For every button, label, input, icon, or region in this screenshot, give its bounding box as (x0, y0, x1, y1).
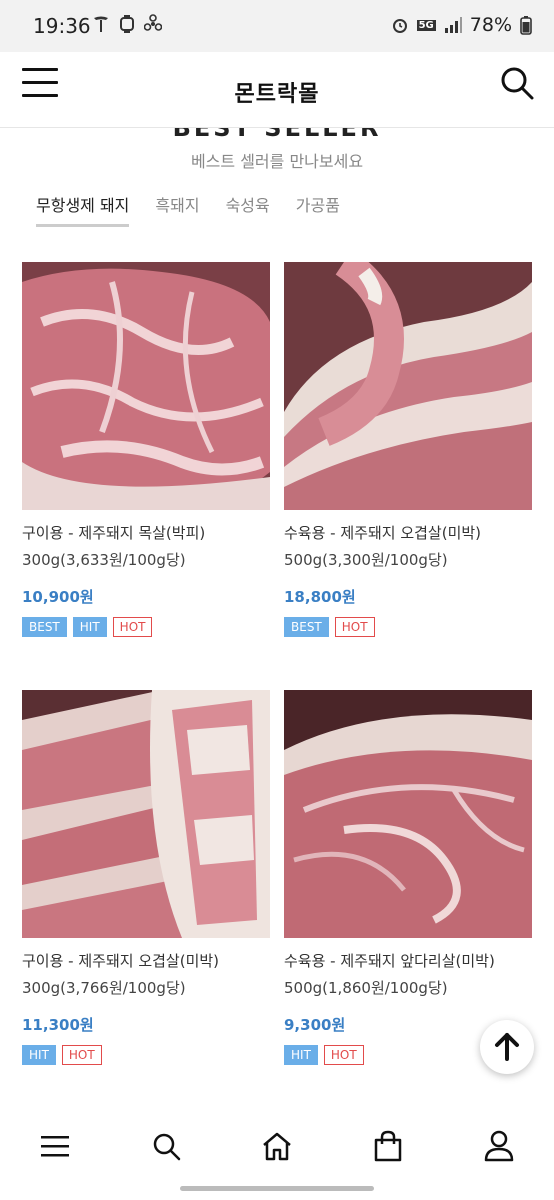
product-badges: BEST HOT (284, 617, 534, 637)
badge-hit: HIT (284, 1045, 318, 1065)
site-logo[interactable]: 몬트락몰 (0, 76, 554, 108)
product-unit-price: 500g(1,860원/100g당) (284, 979, 448, 997)
section-subtitle: 베스트 셀러를 만나보세요 (190, 152, 364, 171)
section-title: BEST SELLER (172, 128, 382, 142)
product-unit-price: 300g(3,766원/100g당) (22, 979, 186, 997)
badge-hot: HOT (323, 1045, 364, 1065)
menu-icon (41, 1136, 70, 1157)
fan-icon (144, 14, 162, 31)
product-image[interactable] (22, 690, 270, 938)
product-name[interactable]: 구이용 - 제주돼지 오겹살(미박) (22, 950, 272, 971)
status-bar: 19:36 5G 78% (0, 0, 554, 52)
product-badges: BEST HIT HOT (22, 617, 272, 637)
product-card[interactable]: 수육용 - 제주돼지 오겹살(미박) 500g(3,300원/100g당) 18… (284, 262, 534, 637)
badge-hit: HIT (22, 1045, 56, 1065)
product-unit-price: 300g(3,633원/100g당) (22, 551, 186, 569)
product-image[interactable] (284, 690, 532, 938)
nav-cart[interactable] (364, 1122, 412, 1170)
product-name[interactable]: 수육용 - 제주돼지 오겹살(미박) (284, 522, 534, 543)
tesla-icon (94, 16, 108, 32)
status-notification-icons (92, 14, 162, 34)
watch-icon (120, 15, 134, 33)
arrow-up-icon (495, 1033, 519, 1061)
product-unit-price: 500g(3,300원/100g당) (284, 551, 448, 569)
badge-hit: HIT (72, 617, 107, 637)
battery-percent: 78% (469, 14, 512, 36)
app-header: 몬트락몰 (0, 52, 554, 128)
product-price: 18,800원 (284, 588, 356, 606)
nav-menu[interactable] (31, 1122, 79, 1170)
product-card[interactable]: 수육용 - 제주돼지 앞다리살(미박) 500g(1,860원/100g당) 9… (284, 690, 534, 1065)
product-image[interactable] (284, 262, 532, 510)
badge-hot: HOT (112, 617, 153, 637)
badge-best: BEST (284, 617, 329, 637)
product-name[interactable]: 수육용 - 제주돼지 앞다리살(미박) (284, 950, 534, 971)
tab-processed[interactable]: 가공품 (296, 192, 340, 227)
network-type: 5G (416, 19, 436, 31)
home-indicator[interactable] (180, 1186, 374, 1191)
tab-aged-meat[interactable]: 숙성육 (226, 192, 270, 227)
alarm-icon (392, 19, 407, 33)
nav-mypage[interactable] (475, 1122, 523, 1170)
scroll-to-top-button[interactable] (480, 1020, 534, 1074)
product-badges: HIT HOT (22, 1045, 272, 1065)
product-image[interactable] (22, 262, 270, 510)
category-tabs: 무항생제 돼지 흑돼지 숙성육 가공품 (36, 192, 340, 227)
status-system-icons: 5G 78% (391, 14, 532, 36)
badge-best: BEST (22, 617, 67, 637)
bottom-navigation (0, 1112, 554, 1180)
pork-belly-image (284, 262, 532, 510)
product-price: 10,900원 (22, 588, 94, 606)
nav-home[interactable] (253, 1122, 301, 1170)
nav-search[interactable] (142, 1122, 190, 1170)
signal-icon (444, 17, 462, 33)
badge-hot: HOT (334, 617, 375, 637)
product-price: 11,300원 (22, 1016, 94, 1034)
pork-shoulder-image (284, 690, 532, 938)
user-icon (484, 1130, 513, 1162)
pork-belly-slice-image (22, 690, 270, 938)
tab-black-pork[interactable]: 흑돼지 (155, 192, 199, 227)
product-card[interactable]: 구이용 - 제주돼지 오겹살(미박) 300g(3,766원/100g당) 11… (22, 690, 272, 1065)
badge-hot: HOT (61, 1045, 102, 1065)
shopping-bag-icon (374, 1130, 402, 1162)
menu-icon (22, 68, 58, 71)
home-icon (263, 1132, 291, 1161)
pork-neck-image (22, 262, 270, 510)
product-card[interactable]: 구이용 - 제주돼지 목살(박피) 300g(3,633원/100g당) 10,… (22, 262, 272, 637)
search-icon[interactable] (498, 64, 536, 102)
battery-icon (520, 16, 532, 35)
status-time: 19:36 (33, 14, 91, 38)
tab-antibiotic-free-pork[interactable]: 무항생제 돼지 (36, 192, 130, 227)
search-icon (153, 1133, 181, 1161)
product-name[interactable]: 구이용 - 제주돼지 목살(박피) (22, 522, 272, 543)
